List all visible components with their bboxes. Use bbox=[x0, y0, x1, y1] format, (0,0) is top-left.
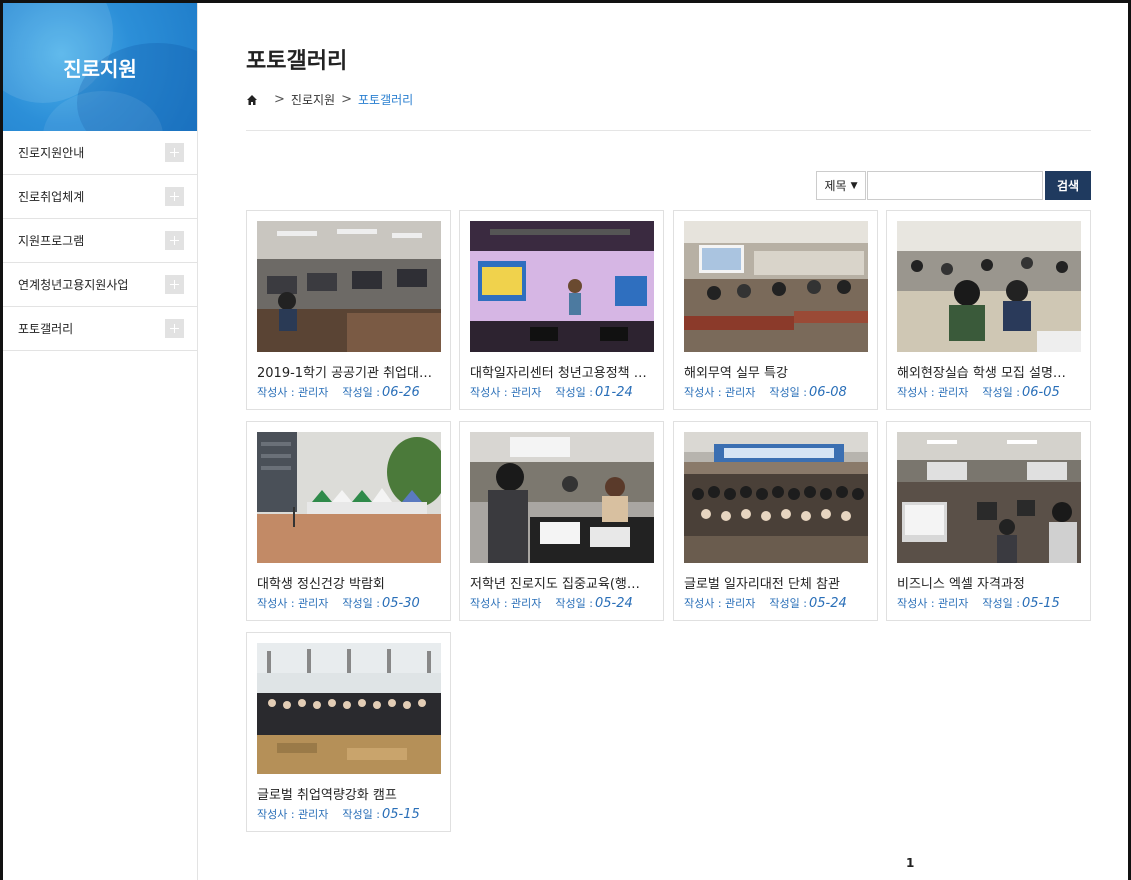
gallery-card-meta: 작성사 : 관리자 작성일 :05-15 bbox=[257, 806, 420, 822]
gallery-thumbnail[interactable] bbox=[470, 432, 654, 563]
gallery-card-meta: 작성사 : 관리자 작성일 :06-05 bbox=[897, 384, 1060, 400]
author-label: 작성사 : 관리자 bbox=[897, 597, 969, 610]
sidebar-title: 진로지원 bbox=[63, 57, 137, 81]
date-label: 작성일 : bbox=[342, 386, 380, 399]
plus-icon[interactable] bbox=[165, 187, 184, 206]
search-field-value: 제목 bbox=[824, 179, 847, 193]
gallery-card[interactable]: 대학생 정신건강 박람회 작성사 : 관리자 작성일 :05-30 bbox=[246, 421, 451, 621]
author-label: 작성사 : 관리자 bbox=[470, 597, 542, 610]
gallery-card-title[interactable]: 비즈니스 엑셀 자격과정 bbox=[897, 573, 1083, 592]
divider bbox=[246, 130, 1091, 131]
gallery-card[interactable]: 2019-1학기 공공기관 취업대… 작성사 : 관리자 작성일 :06-26 bbox=[246, 210, 451, 410]
search-button[interactable]: 검색 bbox=[1045, 171, 1091, 200]
post-date: 06-26 bbox=[381, 385, 420, 400]
date-label: 작성일 : bbox=[555, 597, 593, 610]
chevron-right-icon: > bbox=[274, 92, 285, 107]
post-date: 06-08 bbox=[808, 385, 847, 400]
post-date: 01-24 bbox=[594, 385, 633, 400]
date-label: 작성일 : bbox=[342, 597, 380, 610]
sidebar-item-label: 지원프로그램 bbox=[18, 234, 85, 248]
chevron-right-icon: > bbox=[341, 92, 352, 107]
post-date: 05-15 bbox=[1021, 596, 1060, 611]
gallery-card-title[interactable]: 대학일자리센터 청년고용정책 … bbox=[470, 362, 656, 381]
post-date: 05-24 bbox=[594, 596, 633, 611]
gallery-card-meta: 작성사 : 관리자 작성일 :06-26 bbox=[257, 384, 420, 400]
sidebar-item-photo-gallery[interactable]: 포토갤러리 bbox=[3, 307, 197, 351]
gallery-card-meta: 작성사 : 관리자 작성일 :06-08 bbox=[684, 384, 847, 400]
author-label: 작성사 : 관리자 bbox=[257, 386, 329, 399]
date-label: 작성일 : bbox=[769, 597, 807, 610]
page-title: 포토갤러리 bbox=[246, 49, 348, 74]
gallery-card-meta: 작성사 : 관리자 작성일 :05-24 bbox=[470, 595, 633, 611]
search-field-select[interactable]: 제목 ▼ bbox=[816, 171, 866, 200]
plus-icon[interactable] bbox=[165, 143, 184, 162]
plus-icon[interactable] bbox=[165, 275, 184, 294]
gallery-card[interactable]: 비즈니스 엑셀 자격과정 작성사 : 관리자 작성일 :05-15 bbox=[886, 421, 1091, 621]
gallery-thumbnail[interactable] bbox=[470, 221, 654, 352]
search-input[interactable] bbox=[867, 171, 1043, 200]
post-date: 05-24 bbox=[808, 596, 847, 611]
gallery-card-meta: 작성사 : 관리자 작성일 :01-24 bbox=[470, 384, 633, 400]
gallery-thumbnail[interactable] bbox=[257, 643, 441, 774]
breadcrumb: > 진로지원 > 포토갤러리 bbox=[246, 91, 413, 108]
search-bar: 제목 ▼ 검색 bbox=[816, 171, 1091, 200]
post-date: 05-15 bbox=[381, 807, 420, 822]
author-label: 작성사 : 관리자 bbox=[257, 808, 329, 821]
sidebar-header: 진로지원 bbox=[3, 3, 197, 131]
gallery-card[interactable]: 글로벌 취업역량강화 캠프 작성사 : 관리자 작성일 :05-15 bbox=[246, 632, 451, 832]
gallery-card-meta: 작성사 : 관리자 작성일 :05-24 bbox=[684, 595, 847, 611]
sidebar-item-label: 진로지원안내 bbox=[18, 146, 85, 160]
date-label: 작성일 : bbox=[555, 386, 593, 399]
author-label: 작성사 : 관리자 bbox=[897, 386, 969, 399]
gallery-thumbnail[interactable] bbox=[897, 221, 1081, 352]
gallery-card[interactable]: 저학년 진로지도 집중교육(행… 작성사 : 관리자 작성일 :05-24 bbox=[459, 421, 664, 621]
gallery-card-title[interactable]: 해외무역 실무 특강 bbox=[684, 362, 870, 381]
gallery-card-meta: 작성사 : 관리자 작성일 :05-30 bbox=[257, 595, 420, 611]
sidebar-item-label: 진로취업체계 bbox=[18, 190, 85, 204]
date-label: 작성일 : bbox=[342, 808, 380, 821]
gallery-card[interactable]: 해외무역 실무 특강 작성사 : 관리자 작성일 :06-08 bbox=[673, 210, 878, 410]
plus-icon[interactable] bbox=[165, 231, 184, 250]
gallery-card-meta: 작성사 : 관리자 작성일 :05-15 bbox=[897, 595, 1060, 611]
gallery-card[interactable]: 해외현장실습 학생 모집 설명… 작성사 : 관리자 작성일 :06-05 bbox=[886, 210, 1091, 410]
sidebar-item-youth-employment[interactable]: 연계청년고용지원사업 bbox=[3, 263, 197, 307]
sidebar-item-label: 연계청년고용지원사업 bbox=[18, 278, 129, 292]
gallery-thumbnail[interactable] bbox=[684, 432, 868, 563]
sidebar: 진로지원 진로지원안내 진로취업체계 지원프로그램 연계청년고용지원사업 포토갤… bbox=[3, 3, 198, 880]
home-icon[interactable] bbox=[246, 94, 258, 106]
date-label: 작성일 : bbox=[982, 386, 1020, 399]
gallery-card-title[interactable]: 저학년 진로지도 집중교육(행… bbox=[470, 573, 656, 592]
gallery-thumbnail[interactable] bbox=[257, 432, 441, 563]
gallery-card[interactable]: 글로벌 일자리대전 단체 참관 작성사 : 관리자 작성일 :05-24 bbox=[673, 421, 878, 621]
gallery-card[interactable]: 대학일자리센터 청년고용정책 … 작성사 : 관리자 작성일 :01-24 bbox=[459, 210, 664, 410]
sidebar-item-programs[interactable]: 지원프로그램 bbox=[3, 219, 197, 263]
post-date: 06-05 bbox=[1021, 385, 1060, 400]
sidebar-item-label: 포토갤러리 bbox=[18, 322, 74, 336]
gallery-card-title[interactable]: 글로벌 취업역량강화 캠프 bbox=[257, 784, 443, 803]
sidebar-menu: 진로지원안내 진로취업체계 지원프로그램 연계청년고용지원사업 포토갤러리 bbox=[3, 131, 197, 351]
author-label: 작성사 : 관리자 bbox=[684, 597, 756, 610]
gallery-card-title[interactable]: 대학생 정신건강 박람회 bbox=[257, 573, 443, 592]
sidebar-item-guide[interactable]: 진로지원안내 bbox=[3, 131, 197, 175]
gallery-card-title[interactable]: 2019-1학기 공공기관 취업대… bbox=[257, 362, 443, 381]
sidebar-item-system[interactable]: 진로취업체계 bbox=[3, 175, 197, 219]
date-label: 작성일 : bbox=[982, 597, 1020, 610]
gallery-thumbnail[interactable] bbox=[897, 432, 1081, 563]
breadcrumb-item[interactable]: 진로지원 bbox=[291, 91, 335, 108]
gallery-card-title[interactable]: 글로벌 일자리대전 단체 참관 bbox=[684, 573, 870, 592]
gallery-thumbnail[interactable] bbox=[257, 221, 441, 352]
caret-down-icon: ▼ bbox=[850, 180, 858, 191]
plus-icon[interactable] bbox=[165, 319, 184, 338]
post-date: 05-30 bbox=[381, 596, 420, 611]
author-label: 작성사 : 관리자 bbox=[257, 597, 329, 610]
pagination-current[interactable]: 1 bbox=[906, 856, 914, 870]
author-label: 작성사 : 관리자 bbox=[470, 386, 542, 399]
gallery-thumbnail[interactable] bbox=[684, 221, 868, 352]
breadcrumb-current[interactable]: 포토갤러리 bbox=[358, 91, 413, 108]
gallery-card-title[interactable]: 해외현장실습 학생 모집 설명… bbox=[897, 362, 1083, 381]
date-label: 작성일 : bbox=[769, 386, 807, 399]
author-label: 작성사 : 관리자 bbox=[684, 386, 756, 399]
